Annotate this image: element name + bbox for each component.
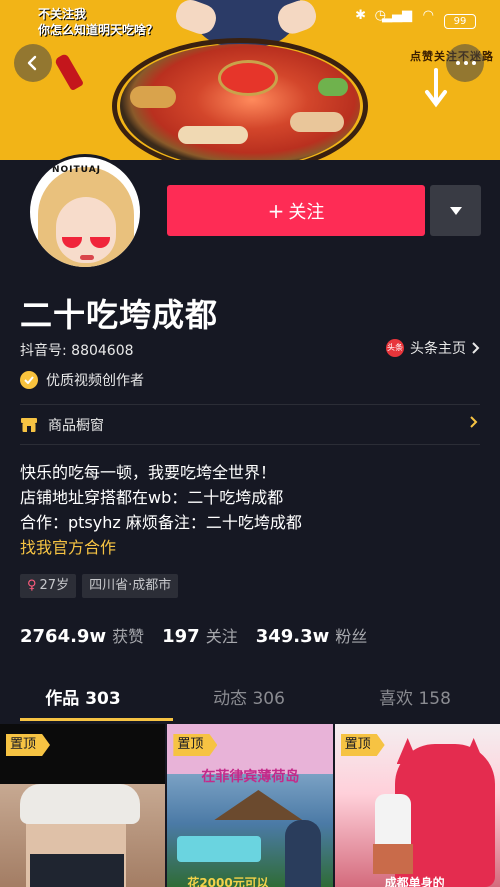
video-thumbnail[interactable]: 在菲律宾薄荷岛 花2000元可以 置顶 [167,724,333,887]
arrow-down-icon [425,68,447,108]
verified-check-icon [20,371,38,389]
thumbnail-pants [30,854,124,887]
video-thumbnail[interactable]: 成都单身的 置顶 [334,724,500,887]
recommend-dropdown-button[interactable] [430,185,481,236]
thumbnail-caption: 成都单身的 [384,876,445,887]
likes-count: 2764.9w [20,626,107,647]
nickname: 二十吃垮成都 [20,296,219,334]
battery-indicator: 99 [444,14,476,29]
thumbnail-shirt [20,784,140,824]
following-count[interactable]: 197 [162,626,200,647]
bio-line: 店铺地址穿搭都在wb：二十吃垮成都 [20,488,284,507]
location-label: 四川省·成都市 [89,578,172,593]
bio-line: 快乐的吃每一顿，我要吃垮全世界！ [20,463,277,482]
shop-window-label: 商品橱窗 [48,418,104,434]
signal-icon: ▂▄▆ [382,8,412,23]
thumbnail-caption: 花2000元可以 [187,876,269,887]
chevron-right-icon [472,342,480,354]
more-dots-icon [456,61,460,65]
location-tag: 四川省·成都市 [82,574,179,598]
avatar-shirt-text: NOITUAJ [52,165,102,175]
female-icon: ♀ [27,578,37,593]
chevron-right-icon [470,416,478,428]
chevron-left-icon [27,55,37,71]
video-grid: 置顶 在菲律宾薄荷岛 花2000元可以 置顶 成都单身的 置顶 [0,724,500,887]
profile-tags: ♀ 27岁 四川省·成都市 [20,574,184,598]
tab-dynamics[interactable]: 动态 306 [166,684,332,720]
more-button[interactable] [446,44,484,82]
wifi-icon: ◠ [422,8,434,23]
video-thumbnail[interactable]: 置顶 [0,724,166,887]
thumbnail-title: 在菲律宾薄荷岛 [201,769,300,785]
pinned-badge: 置顶 [173,734,218,756]
toutiao-homepage-link[interactable]: 头条 头条主页 [386,338,480,358]
content-tabs: 作品 303 动态 306 喜欢 158 [0,684,500,720]
hotpot-food [178,126,248,144]
hotpot-food [318,78,348,96]
followers-label[interactable]: 粉丝 [335,623,367,647]
official-cooperation-link[interactable]: 找我官方合作 [20,535,302,560]
creator-badge: 优质视频创作者 [20,370,144,390]
status-bar: ✱ ◷ ▂▄▆ ◠ 99 [0,6,500,30]
thumbnail-skirt [372,844,413,874]
tab-likes[interactable]: 喜欢 158 [332,684,498,720]
profile-banner: 不关注我 你怎么知道明天吃啥？ 点赞关注不迷路 ✱ ◷ ▂▄▆ ◠ 99 [0,0,500,160]
active-tab-indicator [20,718,173,721]
hotpot-food [290,112,344,132]
thumbnail-hut [214,790,303,820]
banner-bottle [53,52,85,92]
tab-works[interactable]: 作品 303 [0,684,166,720]
shop-window-row[interactable]: 商品橱窗 [20,412,480,438]
toutiao-logo-icon: 头条 [386,339,404,357]
bio: 快乐的吃每一顿，我要吃垮全世界！ 店铺地址穿搭都在wb：二十吃垮成都 合作：pt… [20,460,302,560]
back-button[interactable] [14,44,52,82]
thumbnail-pool [177,836,262,862]
bluetooth-icon: ✱ [355,8,366,23]
likes-label: 获赞 [112,627,145,646]
divider [20,404,480,405]
hotpot-food [130,86,176,108]
triangle-down-icon [449,206,462,215]
follow-button[interactable]: + 关注 [167,185,425,236]
pinned-badge: 置顶 [6,734,51,756]
divider [20,444,480,445]
follow-label: 关注 [288,201,325,223]
profile-stats: 2764.9w 获赞 197 关注 349.3w 粉丝 [20,623,385,647]
avatar-mouth [80,255,94,260]
age-tag: ♀ 27岁 [20,574,77,598]
age-label: 27岁 [39,578,70,593]
shop-icon [21,418,37,432]
thumbnail-person [285,820,322,887]
bio-line: 合作：ptsyhz 麻烦备注：二十吃垮成都 [20,513,302,532]
following-label[interactable]: 关注 [206,623,238,647]
creator-badge-label: 优质视频创作者 [46,373,144,389]
plus-icon: + [267,198,285,223]
hotpot-center [218,60,278,96]
toutiao-label: 头条主页 [410,341,466,357]
avatar[interactable]: NOITUAJ [27,154,143,270]
avatar-face [56,197,116,263]
followers-count[interactable]: 349.3w [256,626,330,647]
douyin-id[interactable]: 抖音号: 8804608 [20,340,134,360]
pinned-badge: 置顶 [340,734,385,756]
